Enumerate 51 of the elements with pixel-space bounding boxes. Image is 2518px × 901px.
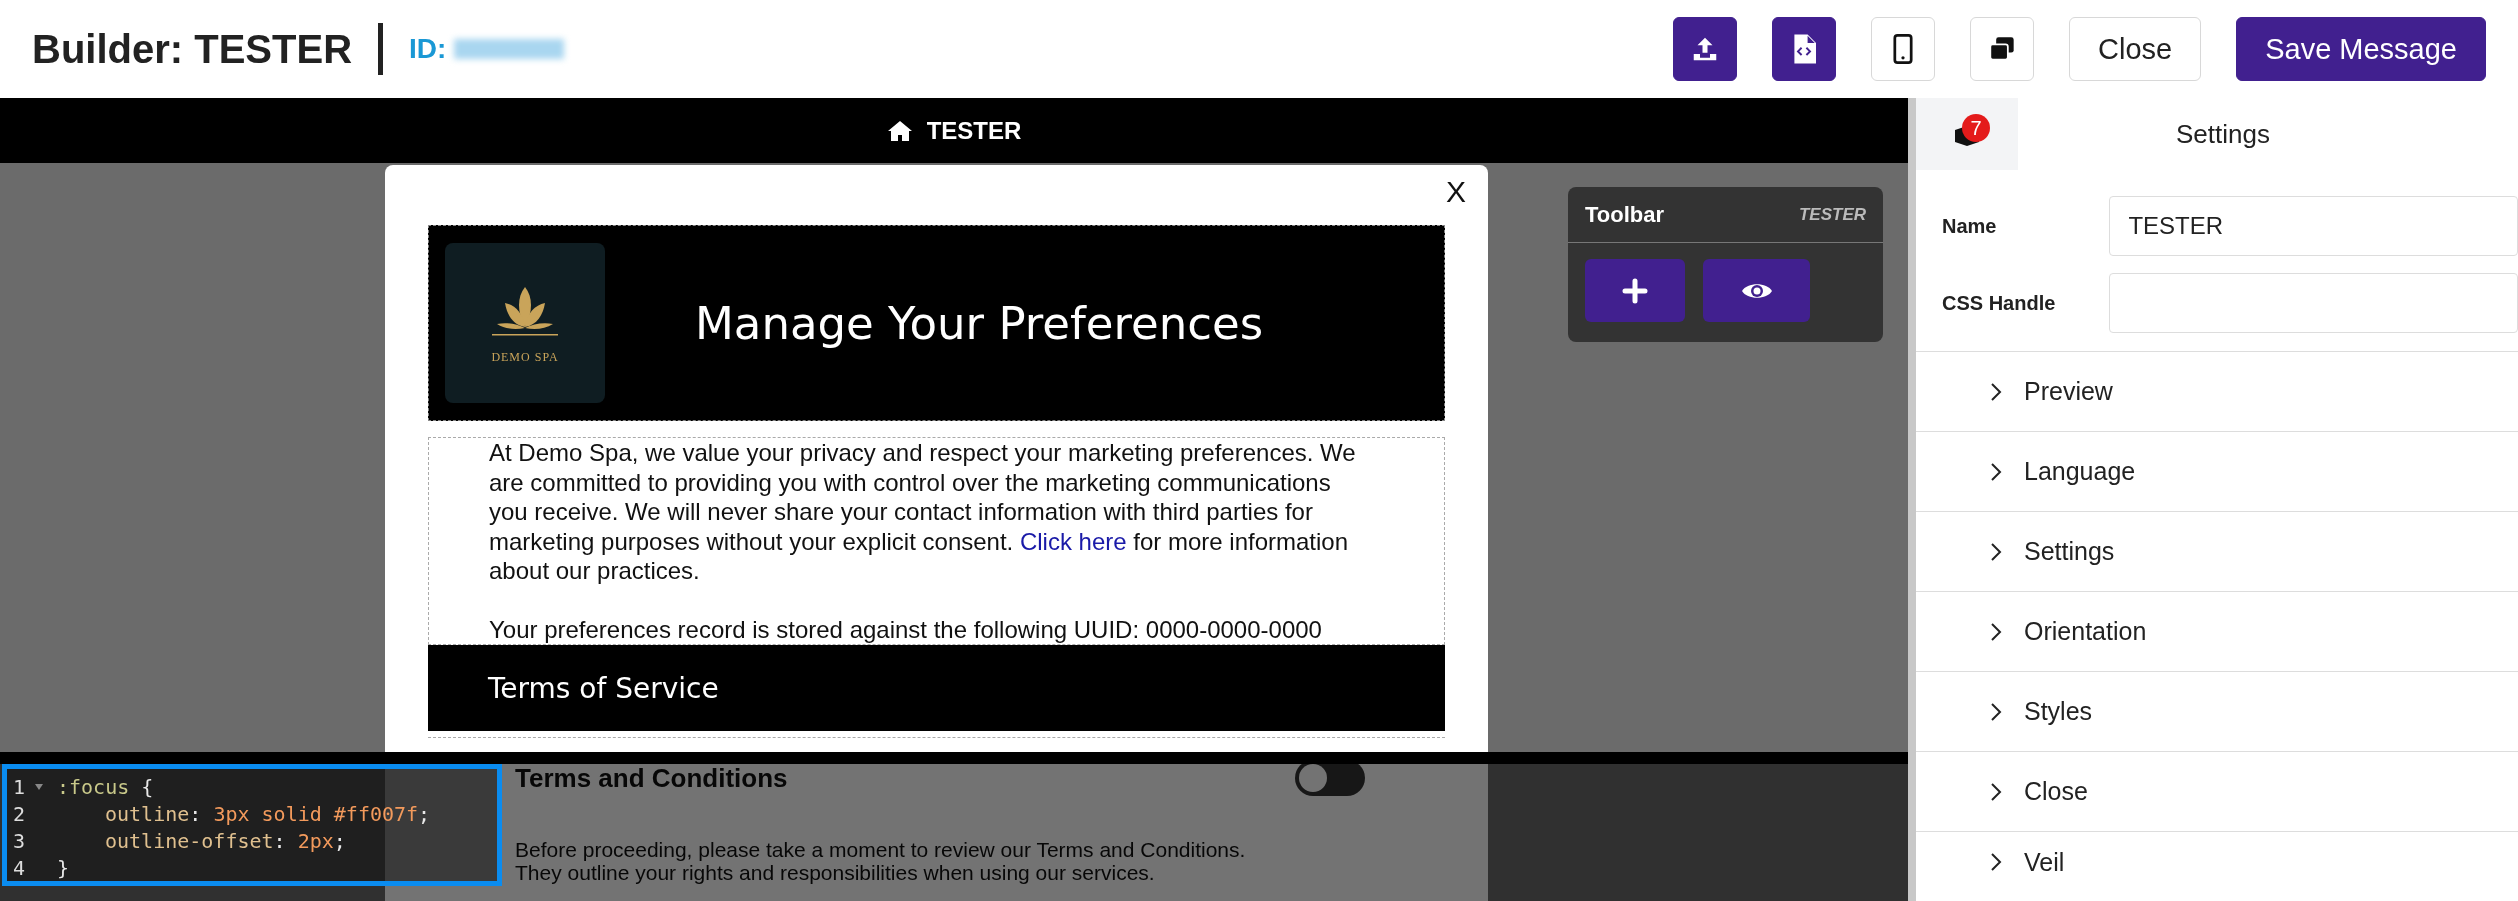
- accordion-item[interactable]: Settings: [1916, 512, 2518, 592]
- logo-text: DEMO SPA: [491, 349, 559, 365]
- toolbar-title: Toolbar: [1585, 201, 1665, 228]
- line-number: 4: [12, 855, 27, 880]
- line-number: 1: [12, 774, 27, 799]
- field-label: Name: [1941, 214, 1998, 238]
- code-line: }: [57, 855, 70, 880]
- section-title: Terms of Service: [488, 671, 719, 705]
- accordion-item[interactable]: Orientation: [1916, 592, 2518, 672]
- header-button[interactable]: Close: [2069, 17, 2202, 81]
- code-button[interactable]: [1772, 17, 1836, 81]
- plus-icon: [1622, 277, 1648, 304]
- accordion-item[interactable]: Styles: [1916, 672, 2518, 752]
- terms-text: Before proceeding, please take a moment to review our Terms and Conditions.: [515, 838, 1247, 861]
- windows-button[interactable]: [1970, 17, 2034, 81]
- toolbar-subtitle: TESTER: [1798, 204, 1866, 225]
- code-line: outline-offset: 2px;: [105, 828, 346, 853]
- input-field[interactable]: TESTER: [2109, 196, 2518, 256]
- header-button[interactable]: Save Message: [2236, 17, 2486, 81]
- id-label: ID:: [409, 33, 447, 65]
- tab[interactable]: 7: [1916, 98, 2018, 170]
- mobile-icon: [1893, 34, 1913, 64]
- line-number: 3: [12, 828, 27, 853]
- mobile-button[interactable]: [1871, 17, 1935, 81]
- intro-paragraph: At Demo Spa, we value your privacy and respect your marketing preferences. We are committed to providing you with control over the marketing communications you receive. We will never share your contact information with third parties for marketing purposes without your explicit consent. Click here for more information about our practices.: [489, 438, 1357, 586]
- fold-icon[interactable]: [35, 783, 43, 790]
- click-here-link[interactable]: Click here: [1019, 527, 1127, 555]
- preview-title: TESTER: [926, 116, 1022, 145]
- panel-title: Settings: [2175, 118, 2271, 150]
- close-button[interactable]: X: [1446, 175, 1466, 209]
- notification-badge: 7: [1962, 114, 1990, 142]
- code-line: outline: 3px solid #ff007f;: [105, 801, 431, 826]
- terms-title: Terms and Conditions: [515, 762, 788, 794]
- line-number: 2: [12, 801, 27, 826]
- page-title: Builder: TESTER: [32, 26, 353, 72]
- code-line: :focus {: [57, 774, 154, 799]
- preview-button[interactable]: [1703, 259, 1810, 322]
- code-editor[interactable]: 1 :focus { 2 outline: 3px solid #ff007f; 3 outline-offset: 2px; 4 }: [2, 764, 502, 886]
- input-field[interactable]: [2109, 273, 2518, 333]
- accordion-item[interactable]: Close: [1916, 752, 2518, 832]
- home-icon: [886, 119, 913, 142]
- add-button[interactable]: [1585, 259, 1685, 322]
- accordion-item[interactable]: Veil: [1916, 832, 2518, 892]
- code-file-icon: [1792, 34, 1816, 64]
- accordion-item[interactable]: Preview: [1916, 352, 2518, 432]
- terms-text: They outline your rights and responsibilities when using our services.: [515, 861, 1156, 884]
- modal-heading: Manage Your Preferences: [695, 296, 1264, 350]
- upload-button[interactable]: [1673, 17, 1737, 81]
- field-label: CSS Handle: [1941, 291, 2057, 315]
- accordion-item[interactable]: Language: [1916, 432, 2518, 512]
- uuid-text: Your preferences record is stored against the following UUID: 0000-0000-0000: [489, 614, 1323, 644]
